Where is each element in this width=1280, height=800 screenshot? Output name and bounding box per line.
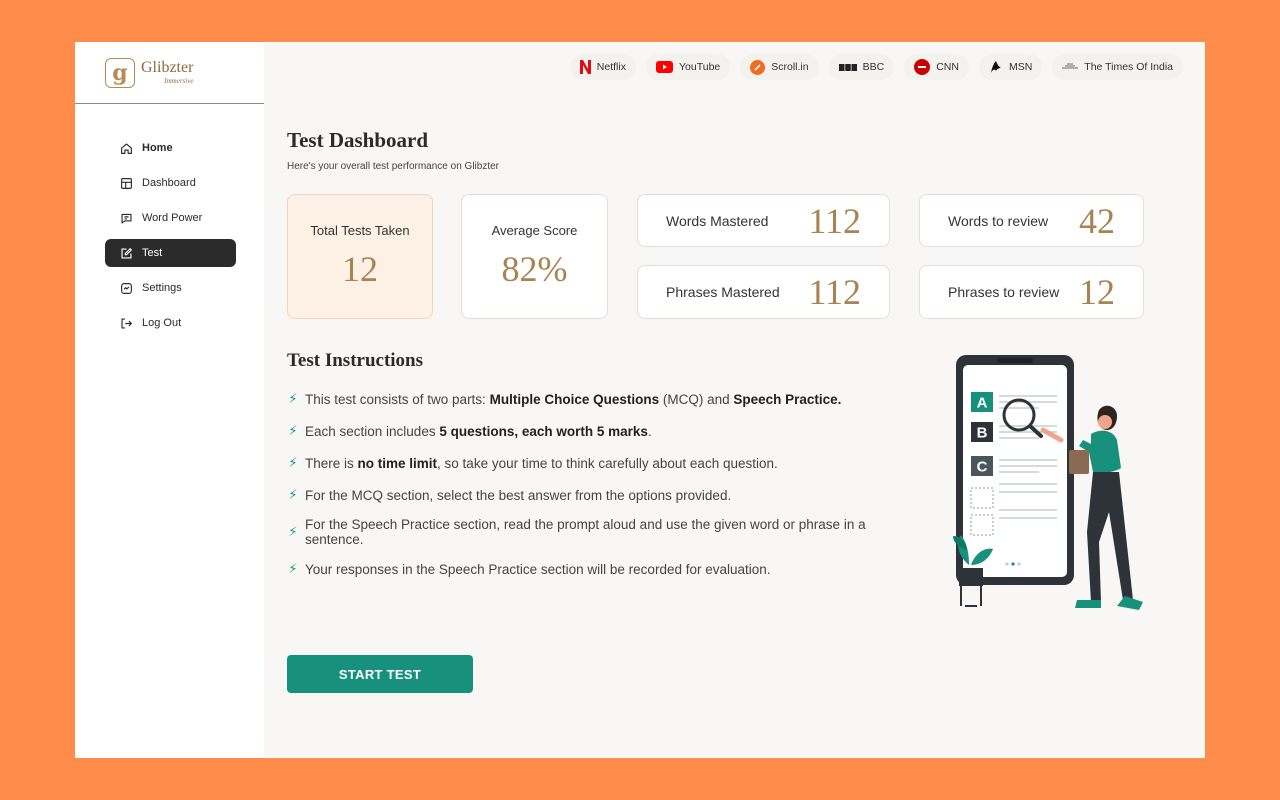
stat-label: Words to review [948, 212, 1049, 229]
instruction-item: ⚡︎ There is no time limit, so take your t… [287, 455, 887, 471]
youtube-icon [655, 61, 673, 73]
instruction-text: Your responses in the Speech Practice se… [305, 561, 771, 577]
stat-value: 112 [808, 200, 861, 241]
news-source-netflix[interactable]: Netflix [569, 54, 636, 80]
instruction-text: For the MCQ section, select the best ans… [305, 487, 732, 503]
sidebar-item-label: Home [142, 142, 173, 154]
instruction-text: This test consists of two parts: Multipl… [305, 391, 842, 407]
stat-value: 12 [342, 249, 378, 289]
news-source-scroll[interactable]: Scroll.in [740, 54, 819, 80]
news-source-cnn[interactable]: CNN [904, 54, 969, 80]
test-illustration: A B C [953, 355, 1143, 610]
sidebar-item-label: Dashboard [142, 177, 196, 189]
stat-label: Words Mastered [666, 212, 769, 229]
sidebar-item-label: Log Out [142, 317, 182, 329]
instruction-item: ⚡︎ Your responses in the Speech Practice … [287, 561, 887, 577]
sidebar-item-label: Word Power [142, 212, 203, 224]
option-b-letter: B [977, 425, 988, 442]
stat-value: 112 [808, 272, 861, 312]
instruction-item: ⚡︎ Each section includes 5 questions, eac… [287, 423, 887, 439]
brand-name: Glibzter [141, 59, 194, 76]
sidebar-item-dashboard[interactable]: Dashboard [105, 169, 236, 197]
instruction-item: ⚡︎ For the Speech Practice section, read … [287, 517, 887, 547]
brand-logo[interactable]: g Glibzter Immersive [75, 42, 264, 104]
sidebar-item-test[interactable]: Test [105, 239, 236, 267]
msn-icon [989, 59, 1003, 75]
stat-label: Phrases to review [948, 284, 1060, 300]
sidebar-item-home[interactable]: Home [105, 134, 236, 162]
phone-notch [997, 358, 1033, 363]
instruction-item: ⚡︎ This test consists of two parts: Multi… [287, 391, 887, 407]
instruction-text: For the Speech Practice section, read th… [305, 517, 866, 547]
stat-label: Total Tests Taken [310, 223, 410, 238]
netflix-icon [579, 60, 591, 74]
stat-card-average-score: Average Score 82% [461, 194, 608, 319]
bolt-icon: ⚡︎ [288, 487, 298, 502]
news-source-youtube[interactable]: YouTube [645, 54, 731, 80]
cnn-icon [914, 59, 931, 75]
news-source-bbc[interactable]: BBC [828, 54, 895, 80]
start-test-button[interactable]: START TEST [287, 655, 473, 693]
page-dot [1017, 562, 1021, 566]
news-source-bar: Netflix YouTube Scroll.in BBC CNN MSN Th… [569, 54, 1183, 80]
sidebar-item-settings[interactable]: Settings [105, 274, 236, 302]
page-dot [1011, 562, 1015, 566]
dashboard-heading: Test Dashboard Here's your overall test … [287, 128, 499, 172]
stat-value: 42 [1079, 200, 1115, 241]
stat-card-words-mastered: Words Mastered 112 [637, 194, 890, 247]
news-source-msn[interactable]: MSN [978, 54, 1043, 80]
logo-mark: g [105, 57, 135, 88]
settings-icon [120, 282, 133, 295]
brand-tagline: Immersive [164, 77, 194, 85]
bbc-icon [838, 63, 857, 71]
instruction-text: There is no time limit, so take your tim… [305, 455, 778, 471]
bolt-icon: ⚡︎ [288, 561, 298, 576]
stat-value: 12 [1079, 272, 1115, 312]
option-c-letter: C [977, 459, 988, 476]
page-dot [1005, 562, 1009, 566]
stat-card-phrases-review: Phrases to review 12 [919, 265, 1144, 319]
instruction-item: ⚡︎ For the MCQ section, select the best a… [287, 487, 887, 503]
instructions-list: ⚡︎ This test consists of two parts: Multi… [287, 391, 887, 577]
stat-value: 82% [501, 249, 568, 289]
sidebar: g Glibzter Immersive Home Dashboard Word… [75, 42, 264, 758]
edit-icon [120, 247, 133, 260]
main-content: Netflix YouTube Scroll.in BBC CNN MSN Th… [264, 42, 1205, 758]
option-a-letter: A [977, 395, 988, 412]
bolt-icon: ⚡︎ [288, 391, 298, 406]
page-title: Test Dashboard [287, 128, 429, 152]
stat-card-total-tests: Total Tests Taken 12 [287, 194, 433, 319]
stat-card-phrases-mastered: Phrases Mastered 112 [637, 265, 890, 319]
page-subtitle: Here's your overall test performance on … [287, 161, 499, 172]
sidebar-item-log-out[interactable]: Log Out [105, 309, 236, 337]
stat-label: Average Score [491, 223, 578, 238]
bolt-icon: ⚡︎ [288, 524, 298, 539]
sidebar-item-word-power[interactable]: Word Power [105, 204, 236, 232]
dashboard-icon [120, 177, 133, 190]
stat-card-words-review: Words to review 42 [919, 194, 1144, 247]
scroll-icon [750, 59, 766, 75]
instruction-text: Each section includes 5 questions, each … [305, 423, 652, 439]
bolt-icon: ⚡︎ [288, 423, 298, 438]
sidebar-item-label: Test [142, 247, 163, 259]
chat-icon [120, 212, 133, 225]
home-icon [120, 142, 133, 155]
stat-label: Phrases Mastered [666, 284, 780, 300]
sidebar-nav: Home Dashboard Word Power Test Settings … [75, 104, 264, 337]
news-source-times-of-india[interactable]: The Times Of India [1052, 54, 1183, 80]
sidebar-item-label: Settings [142, 282, 182, 294]
app-window: g Glibzter Immersive Home Dashboard Word… [75, 42, 1205, 758]
toi-icon [1062, 63, 1079, 71]
bolt-icon: ⚡︎ [288, 455, 298, 470]
logout-icon [120, 317, 133, 330]
instructions-title: Test Instructions [287, 350, 424, 371]
